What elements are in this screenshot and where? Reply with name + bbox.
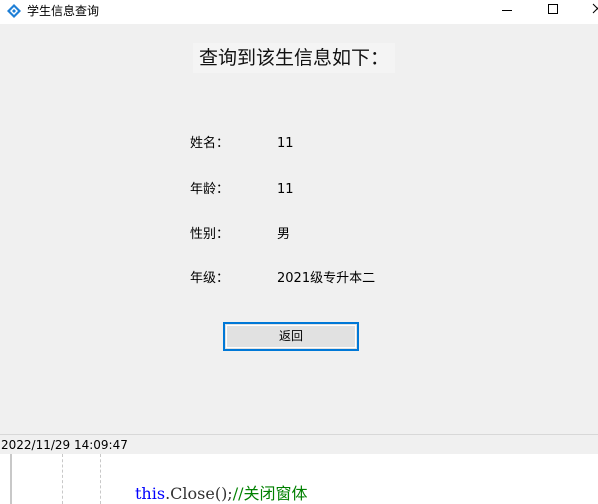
indent-guide [100,454,101,504]
code-editor-pane[interactable]: this.Close();//关闭窗体 [0,454,598,504]
age-value: 11 [277,182,294,197]
minimize-icon [502,10,512,11]
close-button[interactable] [576,0,598,24]
status-bar: 2022/11/29 14:09:47 [0,434,598,454]
code-line[interactable]: this.Close();//关闭窗体 [135,484,308,504]
result-heading: 查询到该生信息如下： [193,43,395,73]
code-keyword: this [135,484,166,503]
gender-value: 男 [277,227,291,242]
close-icon [592,3,598,14]
status-timestamp: 2022/11/29 14:09:47 [1,438,128,452]
grade-value: 2021级专升本二 [277,271,376,286]
name-label: 姓名： [190,136,230,151]
minimize-button[interactable] [484,0,530,24]
window-title: 学生信息查询 [27,4,100,18]
code-comment: //关闭窗体 [232,484,308,503]
gender-label: 性别： [190,227,230,242]
maximize-icon [548,4,558,14]
maximize-button[interactable] [530,0,576,24]
code-statement: .Close(); [165,484,233,503]
title-bar[interactable]: 学生信息查询 [0,0,598,24]
name-value: 11 [277,136,294,151]
grade-label: 年级： [190,271,230,286]
indent-guide [10,454,12,504]
back-button[interactable]: 返回 [223,322,359,351]
age-label: 年龄： [190,182,230,197]
indent-guide [62,454,63,504]
app-icon [6,3,22,19]
app-window: 学生信息查询 查询到该生信息如下： 姓名： 11 年龄： 11 性别： 男 年级… [0,0,598,434]
